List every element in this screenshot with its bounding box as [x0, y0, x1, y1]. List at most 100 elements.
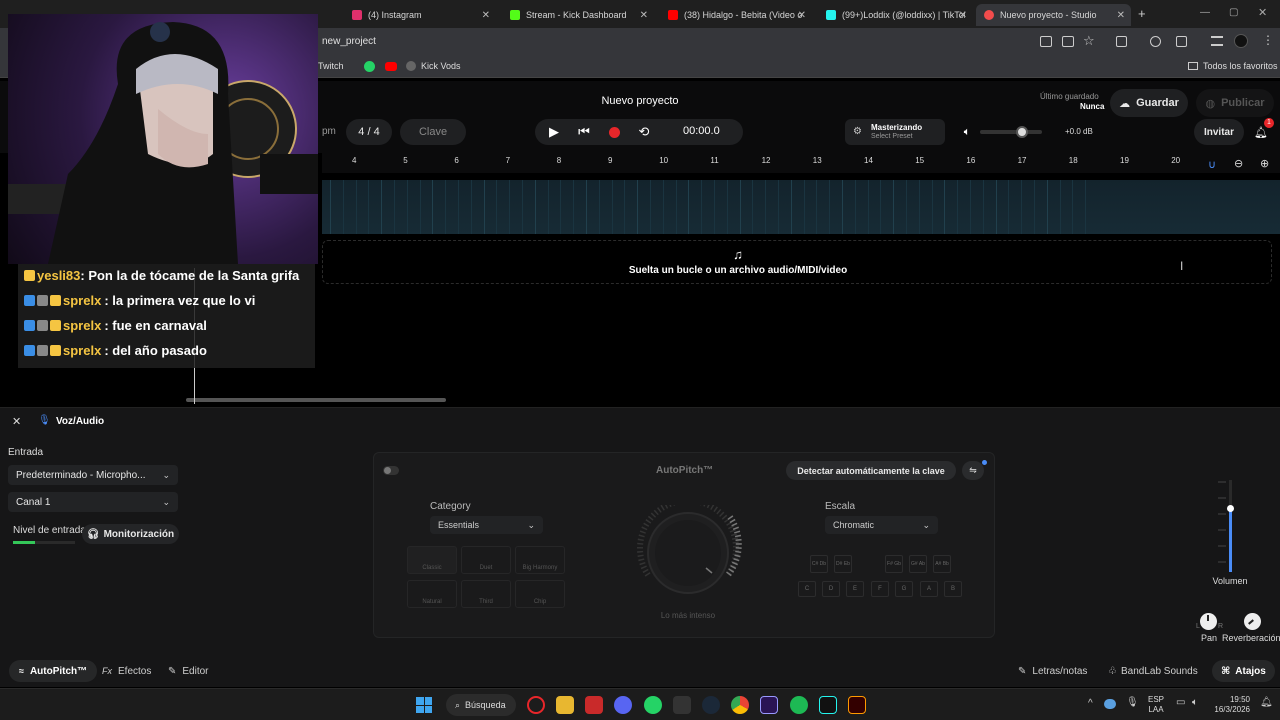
windows-start-icon[interactable] [416, 697, 432, 713]
close-icon[interactable]: ✕ [798, 10, 806, 21]
autopitch-settings-icon[interactable]: ⇋ [962, 461, 984, 480]
record-icon[interactable] [603, 121, 625, 143]
whatsapp-icon[interactable] [364, 61, 375, 72]
publish-button[interactable]: ◍ Publicar [1196, 89, 1274, 117]
invite-button[interactable]: Invitar [1194, 119, 1244, 145]
intensity-dial[interactable] [630, 505, 746, 597]
close-icon[interactable]: ✕ [640, 10, 648, 21]
language-indicator[interactable]: ESP LAA [1148, 695, 1164, 715]
tab-youtube[interactable]: (38) Hidalgo - Bebita (Video of ✕ [660, 4, 812, 26]
tab-studio[interactable]: Nuevo proyecto - Studio ✕ [976, 4, 1131, 26]
skip-back-icon[interactable]: ⏮ [573, 121, 595, 143]
star-icon[interactable]: ☆ [1083, 33, 1095, 49]
close-panel-icon[interactable]: ✕ [12, 415, 21, 428]
tab-autopitch[interactable]: ≈ AutoPitch™ [9, 660, 98, 682]
bandlab-app-icon[interactable] [527, 696, 545, 714]
reverb-knob[interactable] [1244, 613, 1261, 630]
master-volume-slider[interactable] [980, 126, 1042, 138]
timeline-scrollbar[interactable] [186, 398, 446, 402]
menu-icon[interactable]: ⋮ [1262, 33, 1274, 47]
lyrics-notes-button[interactable]: ✎ Letras/notas [1018, 663, 1087, 679]
maximize-button[interactable]: ▢ [1229, 7, 1238, 18]
spotify-icon[interactable] [790, 696, 808, 714]
tray-chevron-icon[interactable]: ^ [1088, 698, 1093, 709]
input-device-select[interactable]: Predeterminado - Micropho... ⌄ [8, 465, 178, 485]
key-f-sharp[interactable]: F# Gb [885, 555, 903, 573]
key-d-sharp[interactable]: D# Eb [834, 555, 852, 573]
notifications-icon[interactable]: 🔔︎ [1260, 697, 1273, 708]
close-icon[interactable]: ✕ [482, 10, 490, 21]
bookmark-kick-vods[interactable]: Kick Vods [406, 61, 461, 71]
play-icon[interactable]: ▶ [543, 121, 565, 143]
taskbar-search[interactable]: ⌕ Búsqueda [446, 694, 516, 716]
chrome-icon[interactable] [731, 696, 749, 714]
speaker-icon[interactable]: 🔈︎ [956, 121, 978, 143]
app-icon[interactable] [585, 696, 603, 714]
key-a[interactable]: A [920, 581, 938, 597]
key-c-sharp[interactable]: C# Db [810, 555, 828, 573]
effect-chip[interactable]: Chip [515, 580, 565, 608]
tab-instagram[interactable]: (4) Instagram ✕ [344, 4, 496, 26]
volume-fader-thumb[interactable] [1227, 504, 1234, 512]
audio-track-lane[interactable] [322, 180, 1280, 234]
key-g[interactable]: G [895, 581, 913, 597]
epic-games-icon[interactable] [673, 696, 691, 714]
microphone-icon[interactable]: 🎙︎ [1126, 697, 1139, 708]
extension-icon[interactable] [1150, 36, 1161, 47]
zoom-in-icon[interactable]: ⊕ [1260, 157, 1269, 170]
key-c[interactable]: C [798, 581, 816, 597]
clock[interactable]: 19:50 16/3/2026 [1208, 695, 1250, 715]
key-g-sharp[interactable]: G# Ab [909, 555, 927, 573]
effect-natural[interactable]: Natural [407, 580, 457, 608]
snap-magnet-icon[interactable]: ∪ [1208, 158, 1216, 171]
key-b[interactable]: B [944, 581, 962, 597]
tab-search-icon[interactable] [1211, 36, 1223, 46]
save-button[interactable]: ☁ Guardar [1110, 89, 1188, 117]
minimize-button[interactable]: — [1200, 7, 1210, 18]
detect-key-button[interactable]: Detectar automáticamente la clave [786, 461, 956, 480]
tab-kick-dashboard[interactable]: Stream - Kick Dashboard ✕ [502, 4, 654, 26]
volume-icon[interactable]: 🔈︎ [1192, 697, 1198, 708]
tab-editor[interactable]: ✎ Editor [168, 663, 209, 679]
shortcuts-button[interactable]: ⌘ Atajos [1212, 660, 1275, 682]
scale-select[interactable]: Chromatic ⌄ [825, 516, 938, 534]
bookmark-twitch[interactable]: Twitch [318, 61, 344, 71]
key-f[interactable]: F [871, 581, 889, 597]
mastering-button[interactable]: ⚙ Masterizando Select Preset [845, 119, 945, 145]
volume-fader-track[interactable] [1229, 480, 1232, 572]
autopitch-toggle[interactable] [383, 466, 399, 475]
premiere-icon[interactable] [760, 696, 778, 714]
profile-avatar[interactable] [1234, 34, 1248, 48]
tempo-unit[interactable]: pm [322, 126, 336, 137]
all-bookmarks[interactable]: Todos los favoritos [1188, 61, 1278, 71]
new-tab-button[interactable]: + [1138, 6, 1146, 21]
file-explorer-icon[interactable] [556, 696, 574, 714]
tab-effects[interactable]: Fx Efectos [102, 663, 151, 679]
key-d[interactable]: D [822, 581, 840, 597]
effect-third[interactable]: Third [461, 580, 511, 608]
bandlab-sounds-button[interactable]: ♧ BandLab Sounds [1108, 663, 1198, 679]
category-select[interactable]: Essentials ⌄ [430, 516, 543, 534]
steam-icon[interactable] [702, 696, 720, 714]
effect-classic[interactable]: Classic [407, 546, 457, 574]
extension-icon[interactable] [1176, 36, 1187, 47]
youtube-icon[interactable] [385, 62, 397, 71]
window-close-button[interactable]: ✕ [1258, 6, 1267, 19]
illustrator-icon[interactable] [848, 696, 866, 714]
channel-select[interactable]: Canal 1 ⌄ [8, 492, 178, 512]
key-e[interactable]: E [846, 581, 864, 597]
effect-big-harmony[interactable]: Big Harmony [515, 546, 565, 574]
reader-icon[interactable] [1040, 36, 1052, 47]
close-icon[interactable]: ✕ [1117, 10, 1125, 21]
zoom-out-icon[interactable]: ⊖ [1234, 157, 1243, 170]
onedrive-icon[interactable] [1104, 699, 1116, 709]
loop-icon[interactable]: ⟲ [633, 121, 655, 143]
pan-knob[interactable] [1200, 613, 1217, 630]
tiktok-icon[interactable] [819, 696, 837, 714]
time-signature[interactable]: 4 / 4 [346, 119, 392, 145]
slider-thumb[interactable] [1016, 126, 1028, 138]
effect-duet[interactable]: Duet [461, 546, 511, 574]
tab-tiktok[interactable]: (99+)Loddix (@loddixx) | TikTok ✕ [818, 4, 973, 26]
discord-icon[interactable] [614, 696, 632, 714]
url-field[interactable]: new_project [322, 36, 376, 47]
